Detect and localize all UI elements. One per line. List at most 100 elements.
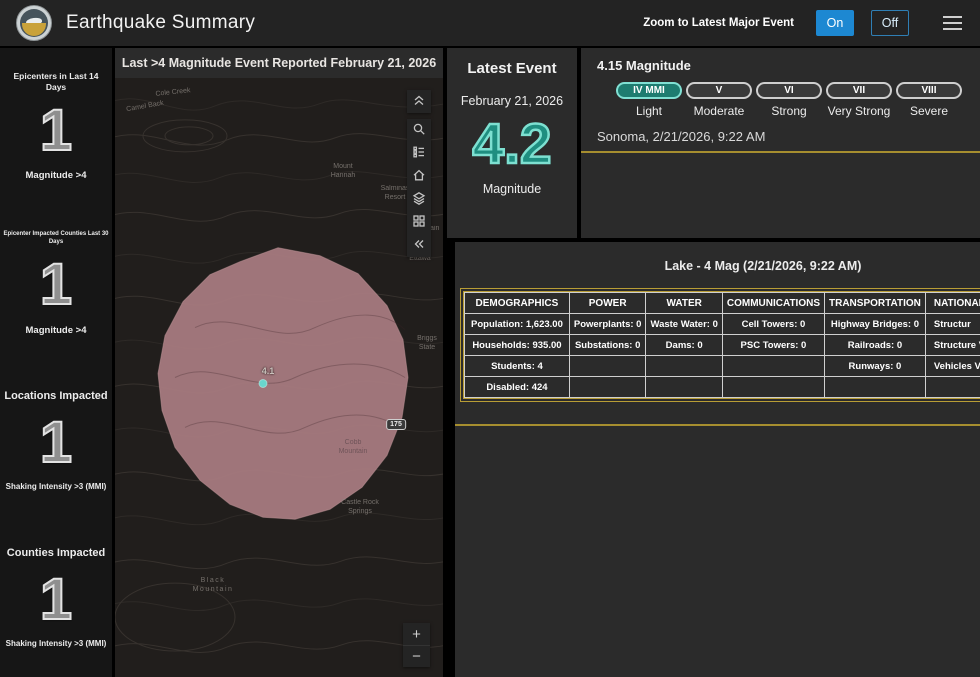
- mmi-pill-vi[interactable]: VI: [756, 82, 822, 99]
- mmi-panel-title: 4.15 Magnitude: [597, 58, 691, 73]
- table-cell: Railroads: 0: [824, 334, 926, 356]
- search-icon: [412, 122, 426, 139]
- table-cell: [568, 355, 647, 377]
- page-title: Earthquake Summary: [66, 12, 256, 33]
- table-cell: Cell Towers: 0: [721, 313, 826, 335]
- column-header: NATIONAL STR: [924, 292, 980, 314]
- map-layers-button[interactable]: [407, 188, 431, 211]
- stat-label: Epicenters in Last 14 Days: [13, 70, 99, 92]
- table-row: Students: 4 Runways: 0 Vehicles Valu: [464, 355, 980, 377]
- column-header: WATER: [645, 292, 723, 314]
- table-cell: [721, 376, 826, 398]
- table-cell: [824, 376, 926, 398]
- map-legend-button[interactable]: [407, 142, 431, 165]
- table-cell: Students: 4: [464, 355, 570, 377]
- table-cell: Dams: 0: [645, 334, 723, 356]
- mmi-caption: Strong: [771, 104, 807, 118]
- mmi-step-iv: IV MMI Light: [616, 82, 682, 118]
- table-cell: Highway Bridges: 0: [824, 313, 926, 335]
- mmi-step-vii: VII Very Strong: [826, 82, 892, 118]
- table-cell: Powerplants: 0: [568, 313, 647, 335]
- table-cell: [721, 355, 826, 377]
- column-header: POWER: [568, 292, 647, 314]
- mmi-scale-panel: 4.15 Magnitude IV MMI Light V Moderate V…: [581, 48, 980, 238]
- latest-event-date: February 21, 2026: [460, 94, 564, 108]
- mmi-step-viii: VIII Severe: [896, 82, 962, 118]
- mmi-step-v: V Moderate: [686, 82, 752, 118]
- impact-summary-panel: Lake - 4 Mag (2/21/2026, 9:22 AM) DEMOGR…: [455, 242, 980, 677]
- home-icon: [412, 168, 426, 185]
- stat-sublabel: Shaking Intensity >3 (MMI): [5, 482, 107, 492]
- stat-sublabel: Magnitude >4: [25, 170, 87, 182]
- column-header: TRANSPORTATION: [824, 292, 926, 314]
- table-cell: Households: 935.00: [464, 334, 570, 356]
- map-toolbar: [407, 90, 431, 257]
- impact-table: DEMOGRAPHICS POWER WATER COMMUNICATIONS …: [460, 288, 980, 402]
- table-row: Households: 935.00 Substations: 0 Dams: …: [464, 334, 980, 356]
- map-zoom-control: + −: [403, 623, 430, 667]
- basemap-gallery-button[interactable]: [407, 211, 431, 234]
- mmi-caption: Very Strong: [827, 104, 891, 118]
- table-cell: PSC Towers: 0: [721, 334, 826, 356]
- mmi-caption: Moderate: [693, 104, 745, 118]
- map-home-button[interactable]: [407, 165, 431, 188]
- mmi-pill-iv[interactable]: IV MMI: [616, 82, 682, 99]
- map-search-button[interactable]: [407, 119, 431, 142]
- column-header: COMMUNICATIONS: [721, 292, 826, 314]
- table-row: Disabled: 424: [464, 376, 980, 398]
- mmi-caption: Light: [635, 104, 663, 118]
- event-list-item[interactable]: Sonoma, 2/21/2026, 9:22 AM: [581, 129, 980, 153]
- stats-sidebar: Epicenters in Last 14 Days 1 Magnitude >…: [0, 48, 112, 677]
- stat-sublabel: Shaking Intensity >3 (MMI): [5, 639, 107, 649]
- stat-label: Counties Impacted: [6, 547, 106, 560]
- table-cell: [645, 355, 723, 377]
- mmi-caption: Severe: [909, 104, 949, 118]
- table-cell: Runways: 0: [824, 355, 926, 377]
- collapse-up-button[interactable]: [407, 90, 431, 113]
- zoom-in-button[interactable]: +: [403, 623, 430, 645]
- zoom-off-button[interactable]: Off: [871, 10, 909, 36]
- stat-label: Locations Impacted: [4, 390, 108, 403]
- stat-value: 1: [39, 98, 73, 164]
- mmi-pill-v[interactable]: V: [686, 82, 752, 99]
- mmi-scale: IV MMI Light V Moderate VI Strong VII Ve…: [616, 82, 980, 118]
- table-cell: Substations: 0: [568, 334, 647, 356]
- table-cell: Vehicles Valu: [924, 355, 980, 377]
- latest-event-title: Latest Event: [467, 60, 557, 77]
- app-header: Earthquake Summary Zoom to Latest Major …: [0, 0, 980, 46]
- highway-175-shield: 175: [386, 419, 406, 430]
- map-terrain: [115, 78, 443, 677]
- table-cell: [645, 376, 723, 398]
- gold-separator: [455, 424, 980, 426]
- latest-event-caption: Magnitude: [482, 182, 542, 196]
- table-cell: Structure Valu: [924, 334, 980, 356]
- epicenter-point: [258, 378, 268, 388]
- mmi-step-vi: VI Strong: [756, 82, 822, 118]
- stat-epicenter-counties-30-days: Epicenter Impacted Counties Last 30 Days…: [0, 205, 112, 362]
- latest-event-magnitude: 4.2: [471, 112, 553, 176]
- stat-value: 1: [39, 252, 73, 318]
- map-canvas[interactable]: 4.1 175 Cole Creek Camel Back Mount Hann…: [115, 78, 443, 677]
- stat-value: 1: [39, 567, 73, 633]
- agency-seal-logo: [16, 5, 52, 41]
- column-header: DEMOGRAPHICS: [464, 292, 570, 314]
- table-cell: Structur: [924, 313, 980, 335]
- legend-list-icon: [412, 145, 426, 162]
- stat-counties-impacted: Counties Impacted 1 Shaking Intensity >3…: [0, 520, 112, 677]
- table-row: Population: 1,623.00 Powerplants: 0 Wast…: [464, 313, 980, 335]
- chevrons-left-icon: [412, 237, 426, 254]
- zoom-out-button[interactable]: −: [403, 645, 430, 667]
- stat-label: Epicenter Impacted Counties Last 30 Days: [3, 231, 109, 245]
- zoom-on-button[interactable]: On: [816, 10, 854, 36]
- map-panel: Last >4 Magnitude Event Reported Februar…: [115, 48, 443, 677]
- table-header-row: DEMOGRAPHICS POWER WATER COMMUNICATIONS …: [464, 292, 980, 314]
- collapse-left-button[interactable]: [407, 234, 431, 257]
- stat-locations-impacted: Locations Impacted 1 Shaking Intensity >…: [0, 363, 112, 520]
- layers-icon: [412, 191, 426, 208]
- mmi-pill-viii[interactable]: VIII: [896, 82, 962, 99]
- mmi-pill-vii[interactable]: VII: [826, 82, 892, 99]
- table-cell: Waste Water: 0: [645, 313, 723, 335]
- table-cell: [924, 376, 980, 398]
- epicenter-magnitude-label: 4.1: [261, 366, 275, 376]
- menu-icon[interactable]: [941, 12, 964, 34]
